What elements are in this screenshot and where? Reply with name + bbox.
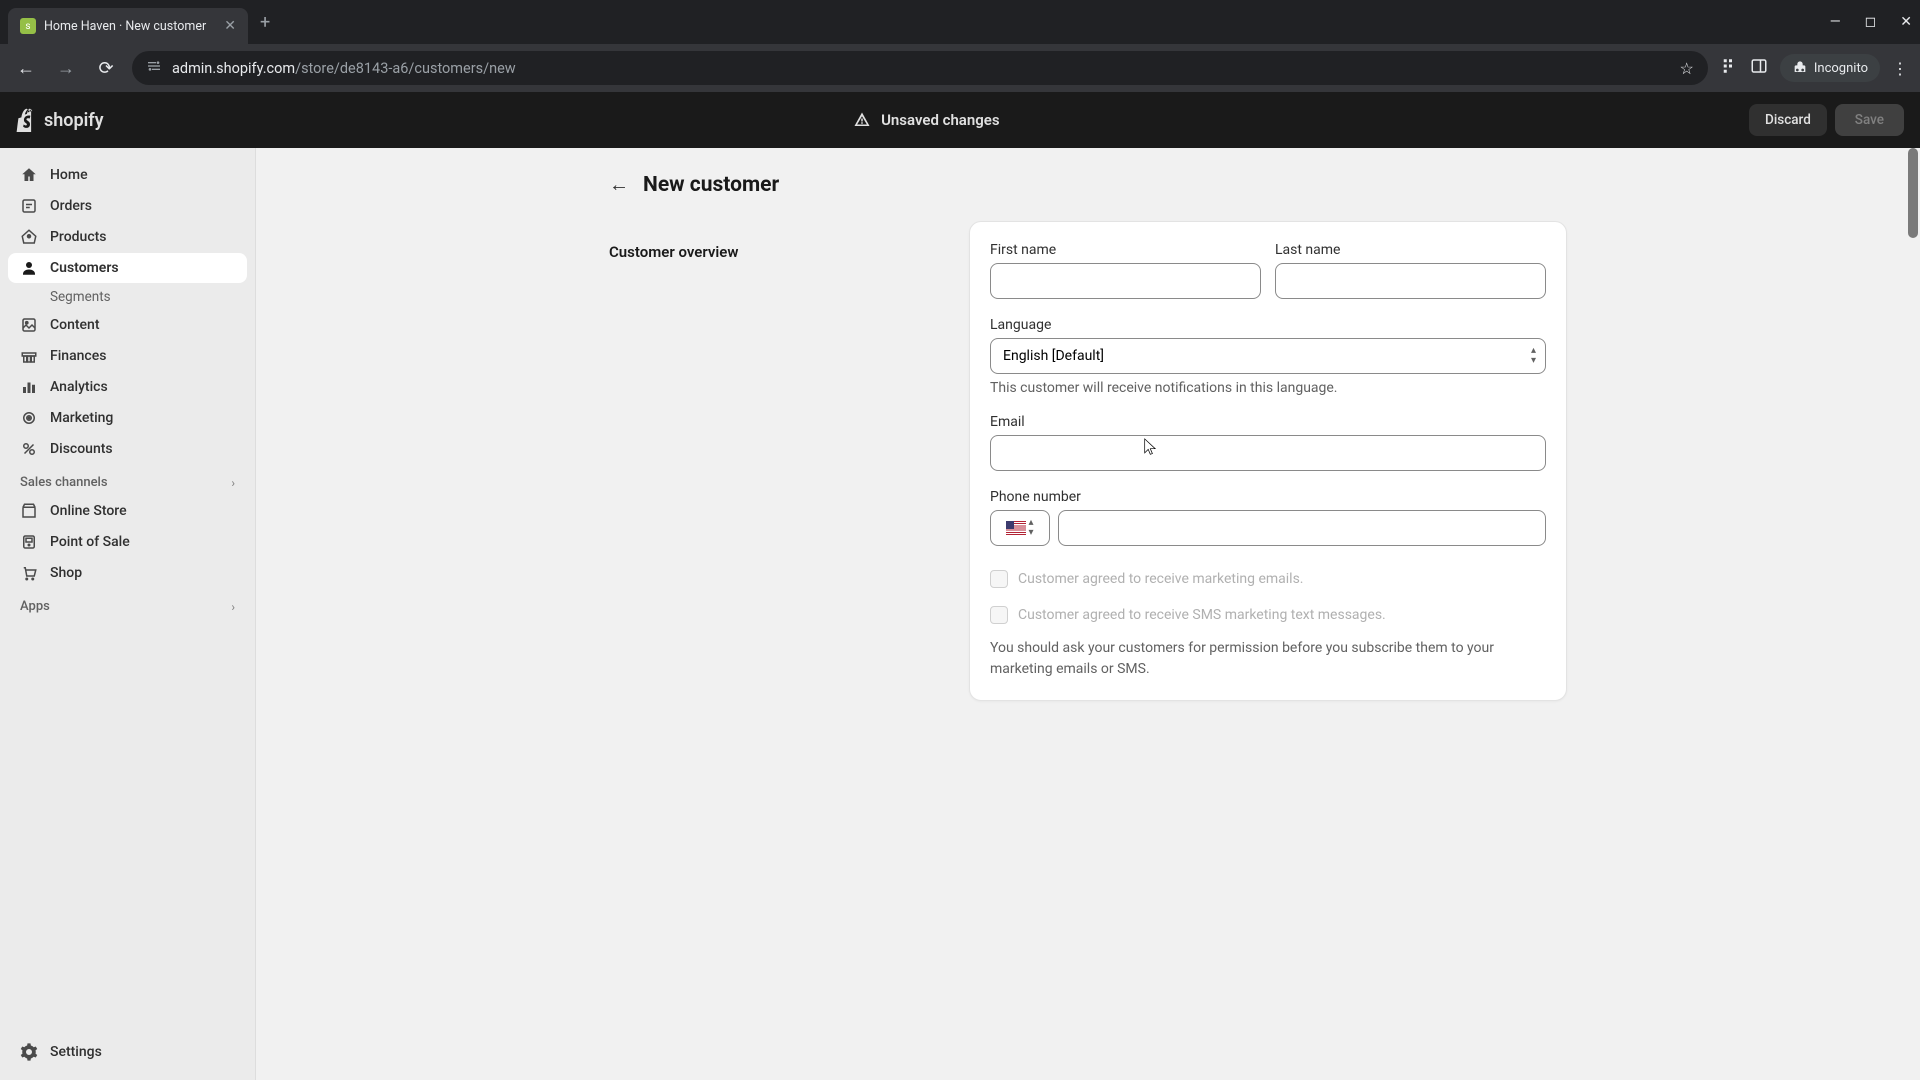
nav-point-of-sale[interactable]: Point of Sale [8, 527, 247, 557]
country-code-select[interactable]: ▴▾ [990, 510, 1050, 546]
app-header: shopify Unsaved changes Discard Save [0, 92, 1920, 148]
nav-discounts[interactable]: Discounts [8, 434, 247, 464]
chevron-right-icon: › [231, 476, 235, 490]
forward-button: → [52, 58, 80, 79]
incognito-label: Incognito [1814, 61, 1868, 76]
finances-icon [20, 347, 38, 365]
last-name-input[interactable] [1275, 263, 1546, 299]
nav-segments[interactable]: Segments [8, 284, 247, 310]
marketing-sms-checkbox[interactable] [990, 606, 1008, 624]
customers-icon [20, 259, 38, 277]
maximize-button[interactable]: ◻ [1865, 14, 1877, 30]
shopify-favicon: s [20, 18, 36, 34]
sidebar: Home Orders Products Customers Segments … [0, 148, 256, 1080]
marketing-icon [20, 409, 38, 427]
bookmark-icon[interactable]: ☆ [1680, 59, 1694, 78]
customer-overview-card: First name Last name Language ▴▾ [969, 221, 1567, 701]
pos-icon [20, 533, 38, 551]
orders-icon [20, 197, 38, 215]
page-title: New customer [643, 173, 779, 197]
browser-tab-strip: s Home Haven · New customer ✕ + ― ◻ ✕ [0, 0, 1920, 44]
phone-label: Phone number [990, 489, 1546, 505]
first-name-input[interactable] [990, 263, 1261, 299]
nav-analytics[interactable]: Analytics [8, 372, 247, 402]
products-icon [20, 228, 38, 246]
nav-orders[interactable]: Orders [8, 191, 247, 221]
nav-customers[interactable]: Customers [8, 253, 247, 283]
email-input[interactable] [990, 435, 1546, 471]
incognito-badge[interactable]: Incognito [1780, 54, 1880, 82]
logo-text: shopify [44, 110, 104, 131]
marketing-email-checkbox[interactable] [990, 570, 1008, 588]
browser-menu-icon[interactable]: ⋮ [1892, 59, 1908, 78]
window-controls: ― ◻ ✕ [1830, 14, 1912, 30]
marketing-sms-label: Customer agreed to receive SMS marketing… [1018, 607, 1386, 623]
browser-toolbar: ← → ⟳ admin.shopify.com/store/de8143-a6/… [0, 44, 1920, 92]
close-window-button[interactable]: ✕ [1900, 14, 1912, 30]
chevron-right-icon: › [231, 600, 235, 614]
first-name-label: First name [990, 242, 1261, 258]
section-overview-label: Customer overview [609, 221, 949, 701]
last-name-label: Last name [1275, 242, 1546, 258]
site-settings-icon[interactable] [146, 58, 162, 78]
warning-icon [853, 111, 871, 129]
nav-online-store[interactable]: Online Store [8, 496, 247, 526]
nav-home[interactable]: Home [8, 160, 247, 190]
new-tab-button[interactable]: + [260, 12, 270, 33]
scrollbar-thumb[interactable] [1908, 148, 1918, 238]
nav-marketing[interactable]: Marketing [8, 403, 247, 433]
extensions-icon[interactable] [1720, 57, 1738, 79]
nav-settings[interactable]: Settings [8, 1037, 247, 1067]
phone-input[interactable] [1058, 510, 1546, 546]
discounts-icon [20, 440, 38, 458]
shop-icon [20, 564, 38, 582]
shopify-logo[interactable]: shopify [16, 108, 104, 132]
online-store-icon [20, 502, 38, 520]
save-button: Save [1835, 104, 1904, 136]
content-icon [20, 316, 38, 334]
nav-finances[interactable]: Finances [8, 341, 247, 371]
back-arrow[interactable]: ← [609, 172, 629, 197]
select-caret-icon: ▴▾ [1028, 518, 1033, 538]
language-label: Language [990, 317, 1546, 333]
language-help-text: This customer will receive notifications… [990, 380, 1546, 396]
marketing-email-label: Customer agreed to receive marketing ema… [1018, 571, 1304, 587]
email-label: Email [990, 414, 1546, 430]
language-select[interactable] [990, 338, 1546, 374]
sales-channels-header[interactable]: Sales channels › [8, 465, 247, 496]
unsaved-changes-text: Unsaved changes [881, 111, 1000, 129]
close-tab-icon[interactable]: ✕ [224, 18, 236, 34]
minimize-button[interactable]: ― [1830, 14, 1841, 30]
reload-button[interactable]: ⟳ [92, 58, 120, 79]
tab-title: Home Haven · New customer [44, 19, 216, 34]
panel-icon[interactable] [1750, 57, 1768, 79]
home-icon [20, 166, 38, 184]
url-text: admin.shopify.com/store/de8143-a6/custom… [172, 60, 1670, 77]
discard-button[interactable]: Discard [1749, 104, 1827, 136]
main-content: ← New customer Customer overview First n… [256, 148, 1920, 1080]
us-flag-icon [1006, 521, 1026, 535]
nav-products[interactable]: Products [8, 222, 247, 252]
back-button[interactable]: ← [12, 58, 40, 79]
nav-shop[interactable]: Shop [8, 558, 247, 588]
gear-icon [20, 1043, 38, 1061]
nav-content[interactable]: Content [8, 310, 247, 340]
apps-header[interactable]: Apps › [8, 589, 247, 620]
analytics-icon [20, 378, 38, 396]
address-bar[interactable]: admin.shopify.com/store/de8143-a6/custom… [132, 51, 1708, 85]
marketing-disclaimer: You should ask your customers for permis… [990, 638, 1546, 680]
browser-tab[interactable]: s Home Haven · New customer ✕ [8, 8, 248, 44]
